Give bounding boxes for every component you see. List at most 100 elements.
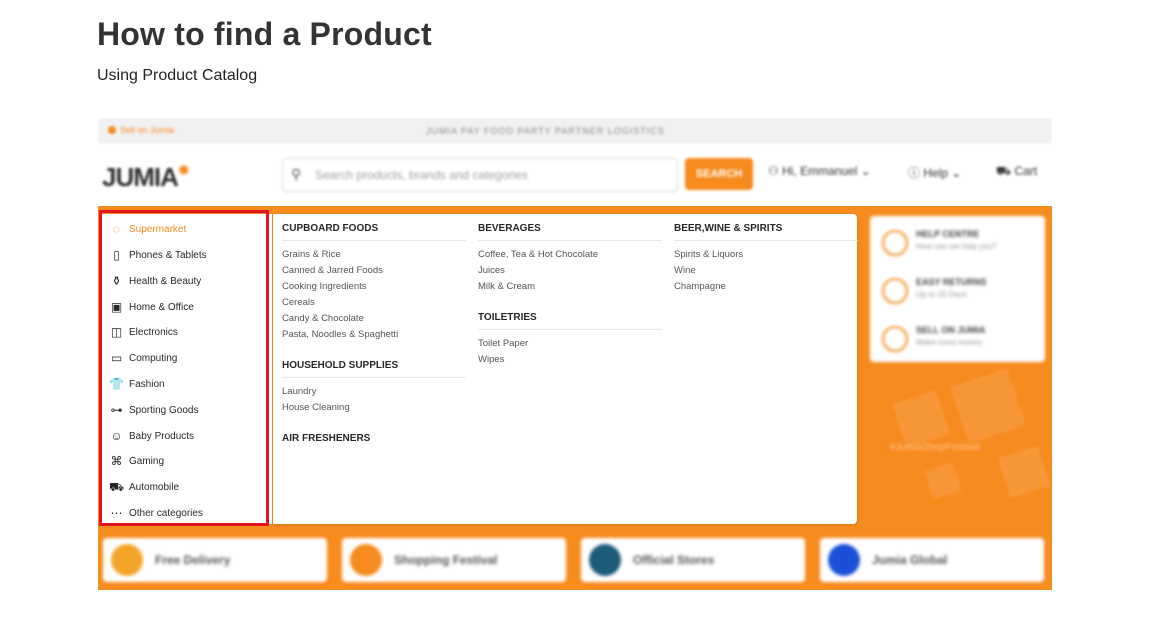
search-placeholder: Search products, brands and categories [315, 168, 528, 182]
tile-label: Official Stores [633, 553, 715, 567]
page-title: How to find a Product [97, 16, 432, 52]
flyout-column-2: BEVERAGES Coffee, Tea & Hot Chocolate Ju… [478, 214, 662, 368]
hashtag-text: #JumiaShopFestival [890, 442, 981, 453]
dumbbell-icon: ⊶ [110, 403, 123, 417]
category-sporting-goods[interactable]: ⊶ Sporting Goods [110, 400, 199, 420]
flyout-column-3: BEER,WINE & SPIRITS Spirits & Liquors Wi… [674, 214, 858, 295]
decor-tile [950, 368, 1026, 444]
tile-jumia-global[interactable]: Jumia Global [820, 538, 1044, 582]
subcategory-link[interactable]: Juices [478, 263, 662, 279]
sell-star-icon [108, 126, 116, 134]
brand-links[interactable]: JUMIA PAY FOOD PARTY PARTNER LOGISTICS [426, 126, 665, 136]
category-computing[interactable]: ▭ Computing [110, 348, 178, 368]
subcategory-link[interactable]: Milk & Cream [478, 279, 662, 295]
flyout-column-1: CUPBOARD FOODS Grains & Rice Canned & Ja… [282, 214, 466, 456]
tile-free-delivery[interactable]: Free Delivery [103, 538, 327, 582]
category-home-office[interactable]: ▣ Home & Office [110, 297, 194, 317]
more-icon: ⋯ [110, 506, 123, 520]
cart-icon: ⛟ [996, 164, 1015, 178]
subcategory-link[interactable]: Canned & Jarred Foods [282, 263, 466, 279]
search-input[interactable]: ⚲ Search products, brands and categories [282, 158, 678, 192]
easy-returns-link[interactable]: EASY RETURNS Up to 15 Days [880, 274, 1040, 312]
electronics-icon: ◫ [110, 325, 123, 339]
baby-icon: ☺ [110, 429, 123, 443]
subcategory-link[interactable]: Cereals [282, 295, 466, 311]
sell-on-jumia-card-link[interactable]: SELL ON JUMIA Make more money [880, 322, 1040, 360]
group-household-supplies[interactable]: HOUSEHOLD SUPPLIES [282, 351, 466, 378]
service-subtitle: How can we help you? [916, 242, 997, 251]
subcategory-link[interactable]: Toilet Paper [478, 336, 662, 352]
tile-official-stores[interactable]: Official Stores [581, 538, 805, 582]
site-header: JUMIA✸ ⚲ Search products, brands and cat… [98, 144, 1052, 206]
subcategory-link[interactable]: Coffee, Tea & Hot Chocolate [478, 247, 662, 263]
cart-link[interactable]: ⛟ Cart [996, 164, 1037, 180]
category-baby-products[interactable]: ☺ Baby Products [110, 426, 194, 446]
logo-text: JUMIA [102, 162, 179, 192]
delivery-icon [111, 544, 143, 576]
service-subtitle: Make more money [916, 338, 983, 347]
jumia-logo[interactable]: JUMIA✸ [102, 162, 190, 193]
group-toiletries[interactable]: TOILETRIES [478, 303, 662, 330]
category-label: Computing [129, 352, 178, 364]
jumia-screenshot: Sell on Jumia JUMIA PAY FOOD PARTY PARTN… [98, 118, 1052, 590]
supermarket-icon: ◌ [112, 222, 121, 236]
category-label: Supermarket [129, 223, 187, 235]
category-label: Health & Beauty [129, 275, 202, 287]
category-automobile[interactable]: ⛟ Automobile [108, 477, 179, 497]
decor-tile [892, 390, 950, 448]
tile-label: Free Delivery [155, 553, 231, 567]
category-supermarket[interactable]: ◌ Supermarket [110, 219, 186, 239]
service-title: EASY RETURNS [916, 277, 987, 287]
beauty-icon: ⚱ [111, 274, 122, 288]
group-cupboard-foods[interactable]: CUPBOARD FOODS [282, 214, 466, 241]
subcategory-link[interactable]: Grains & Rice [282, 247, 466, 263]
category-phones-tablets[interactable]: ▯ Phones & Tablets [110, 245, 207, 265]
category-flyout: CUPBOARD FOODS Grains & Rice Canned & Ja… [273, 214, 858, 524]
subcategory-link[interactable]: Champagne [674, 279, 858, 295]
tile-label: Jumia Global [872, 553, 948, 567]
category-label: Other categories [129, 507, 203, 519]
subcategory-link[interactable]: Cooking Ingredients [282, 279, 466, 295]
group-beer-wine-spirits[interactable]: BEER,WINE & SPIRITS [674, 214, 858, 241]
help-label: Help [923, 166, 949, 180]
category-label: Fashion [129, 378, 165, 390]
festival-icon [350, 544, 382, 576]
category-other[interactable]: ⋯ Other categories [110, 503, 203, 523]
car-icon: ⛟ [108, 480, 125, 494]
category-label: Home & Office [129, 301, 194, 313]
subcategory-link[interactable]: Wine [674, 263, 858, 279]
category-menu: ◌ Supermarket ▯ Phones & Tablets ⚱ Health &… [100, 214, 272, 524]
category-electronics[interactable]: ◫ Electronics [110, 322, 178, 342]
account-menu[interactable]: ⚇ Hi, Emmanuel ⌄ [768, 164, 871, 178]
group-air-fresheners[interactable]: AIR FRESHENERS [282, 424, 466, 450]
subcategory-link[interactable]: Pasta, Noodles & Spaghetti [282, 327, 466, 343]
category-fashion[interactable]: 👕 Fashion [109, 374, 165, 394]
chevron-down-icon: ⌄ [857, 164, 871, 178]
user-icon: ⚇ [768, 164, 783, 178]
subcategory-link[interactable]: Spirits & Liquors [674, 247, 858, 263]
category-label: Phones & Tablets [129, 249, 207, 261]
tile-shopping-festival[interactable]: Shopping Festival [342, 538, 566, 582]
subcategory-link[interactable]: House Cleaning [282, 400, 466, 416]
group-beverages[interactable]: BEVERAGES [478, 214, 662, 241]
help-menu[interactable]: ⓘ Help ⌄ [908, 164, 961, 181]
category-gaming[interactable]: ⌘ Gaming [110, 451, 165, 471]
service-card: HELP CENTRE How can we help you? EASY RET… [870, 216, 1045, 362]
decor-tile [924, 462, 962, 500]
phone-icon [882, 230, 908, 256]
category-health-beauty[interactable]: ⚱ Health & Beauty [110, 271, 201, 291]
subcategory-link[interactable]: Wipes [478, 352, 662, 368]
category-label: Baby Products [129, 430, 195, 442]
subcategory-link[interactable]: Candy & Chocolate [282, 311, 466, 327]
search-button[interactable]: SEARCH [685, 158, 753, 190]
subcategory-link[interactable]: Laundry [282, 384, 466, 400]
store-icon [882, 326, 908, 352]
category-label: Gaming [129, 455, 165, 467]
help-centre-link[interactable]: HELP CENTRE How can we help you? [880, 226, 1040, 264]
sell-label: Sell on Jumia [120, 125, 175, 135]
category-label: Electronics [129, 326, 178, 338]
sell-on-jumia-link[interactable]: Sell on Jumia [108, 125, 174, 135]
page-subtitle: Using Product Catalog [97, 67, 258, 84]
